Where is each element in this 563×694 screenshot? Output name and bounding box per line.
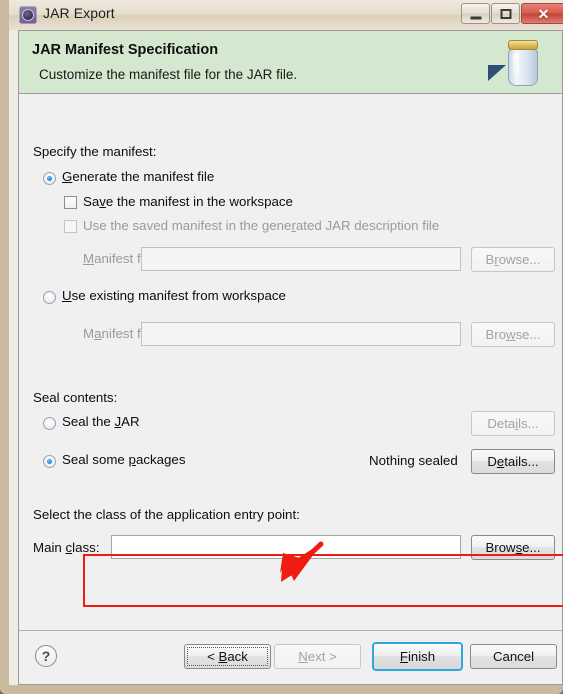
cancel-button-label: Cancel (492, 649, 535, 664)
main-class-field[interactable] (112, 536, 460, 558)
checkbox-use-saved-manifest-label: Use the saved manifest in the generated … (83, 218, 440, 233)
seal-jar-details-button: Details... (471, 411, 555, 436)
footer-bar: ? < Back Next > Finish Cancel (19, 631, 562, 684)
main-class-input[interactable] (111, 535, 461, 559)
radio-seal-the-jar-label: Seal the JAR (62, 414, 140, 429)
radio-seal-some-packages[interactable] (43, 455, 56, 468)
dialog-client-area: JAR Manifest Specification Customize the… (18, 30, 563, 685)
jar-icon (488, 34, 548, 92)
browse-button-1: Browse... (471, 247, 555, 272)
browse-button-1-label: Browse... (485, 252, 541, 267)
finish-button-label: Finish (399, 649, 436, 664)
window-title: JAR Export (43, 5, 115, 21)
page-title: JAR Manifest Specification (32, 42, 219, 58)
radio-seal-some-packages-label: Seal some packages (62, 452, 186, 467)
close-button[interactable]: ✕ (521, 3, 563, 24)
minimize-icon (470, 16, 481, 19)
wizard-banner: JAR Manifest Specification Customize the… (19, 31, 562, 94)
jar-export-dialog: JAR Export ✕ JAR Manifest Specification … (0, 0, 563, 694)
main-class-label: Main class: (33, 540, 100, 555)
manifest-file-field-1 (142, 248, 460, 270)
restore-icon (500, 8, 511, 19)
seal-group-label: Seal contents: (33, 390, 118, 405)
manifest-file-input-2 (141, 322, 461, 346)
radio-generate-manifest-label: Generate the manifest file (62, 169, 215, 184)
checkbox-save-manifest[interactable] (64, 196, 77, 209)
radio-use-existing-manifest-label: Use existing manifest from workspace (62, 288, 286, 303)
back-button[interactable]: < Back (184, 644, 271, 669)
manifest-file-field-2 (142, 323, 460, 345)
seal-jar-details-label: Details... (487, 416, 539, 431)
annotation-highlight-rectangle (83, 554, 563, 607)
jar-lid-icon (508, 40, 538, 50)
window-controls: ✕ (461, 3, 563, 25)
checkbox-use-saved-manifest (64, 220, 77, 233)
jar-shine-icon (513, 53, 519, 77)
jar-export-icon (19, 6, 37, 24)
radio-seal-the-jar[interactable] (43, 417, 56, 430)
restore-button[interactable] (491, 3, 520, 24)
finish-button[interactable]: Finish (372, 642, 463, 671)
entry-point-group-label: Select the class of the application entr… (33, 507, 300, 522)
radio-use-existing-manifest[interactable] (43, 291, 56, 304)
next-button-label: Next > (298, 649, 337, 664)
manifest-file-input-1 (141, 247, 461, 271)
seal-packages-details-label: Details... (487, 454, 539, 469)
browse-button-2-label: Browse... (485, 327, 541, 342)
browse-button-2: Browse... (471, 322, 555, 347)
page-subtitle: Customize the manifest file for the JAR … (39, 67, 298, 82)
minimize-button[interactable] (461, 3, 490, 24)
seal-packages-details-button[interactable]: Details... (471, 449, 555, 474)
radio-generate-manifest-text: enerate the manifest file (72, 169, 215, 184)
manifest-group-label: Specify the manifest: (33, 144, 157, 159)
radio-generate-manifest[interactable] (43, 172, 56, 185)
checkbox-save-manifest-label: Save the manifest in the workspace (83, 194, 293, 209)
title-bar: JAR Export ✕ (9, 0, 563, 30)
close-icon: ✕ (537, 5, 550, 22)
main-class-browse-label: Browse... (485, 540, 541, 555)
export-arrow-icon (488, 65, 506, 81)
help-icon[interactable]: ? (35, 645, 57, 667)
main-class-browse-button[interactable]: Browse... (471, 535, 555, 560)
wizard-page: Specify the manifest: Generate the manif… (19, 95, 563, 630)
seal-status-text: Nothing sealed (369, 453, 458, 468)
next-button: Next > (274, 644, 361, 669)
back-button-label: < Back (207, 649, 248, 664)
cancel-button[interactable]: Cancel (470, 644, 557, 669)
